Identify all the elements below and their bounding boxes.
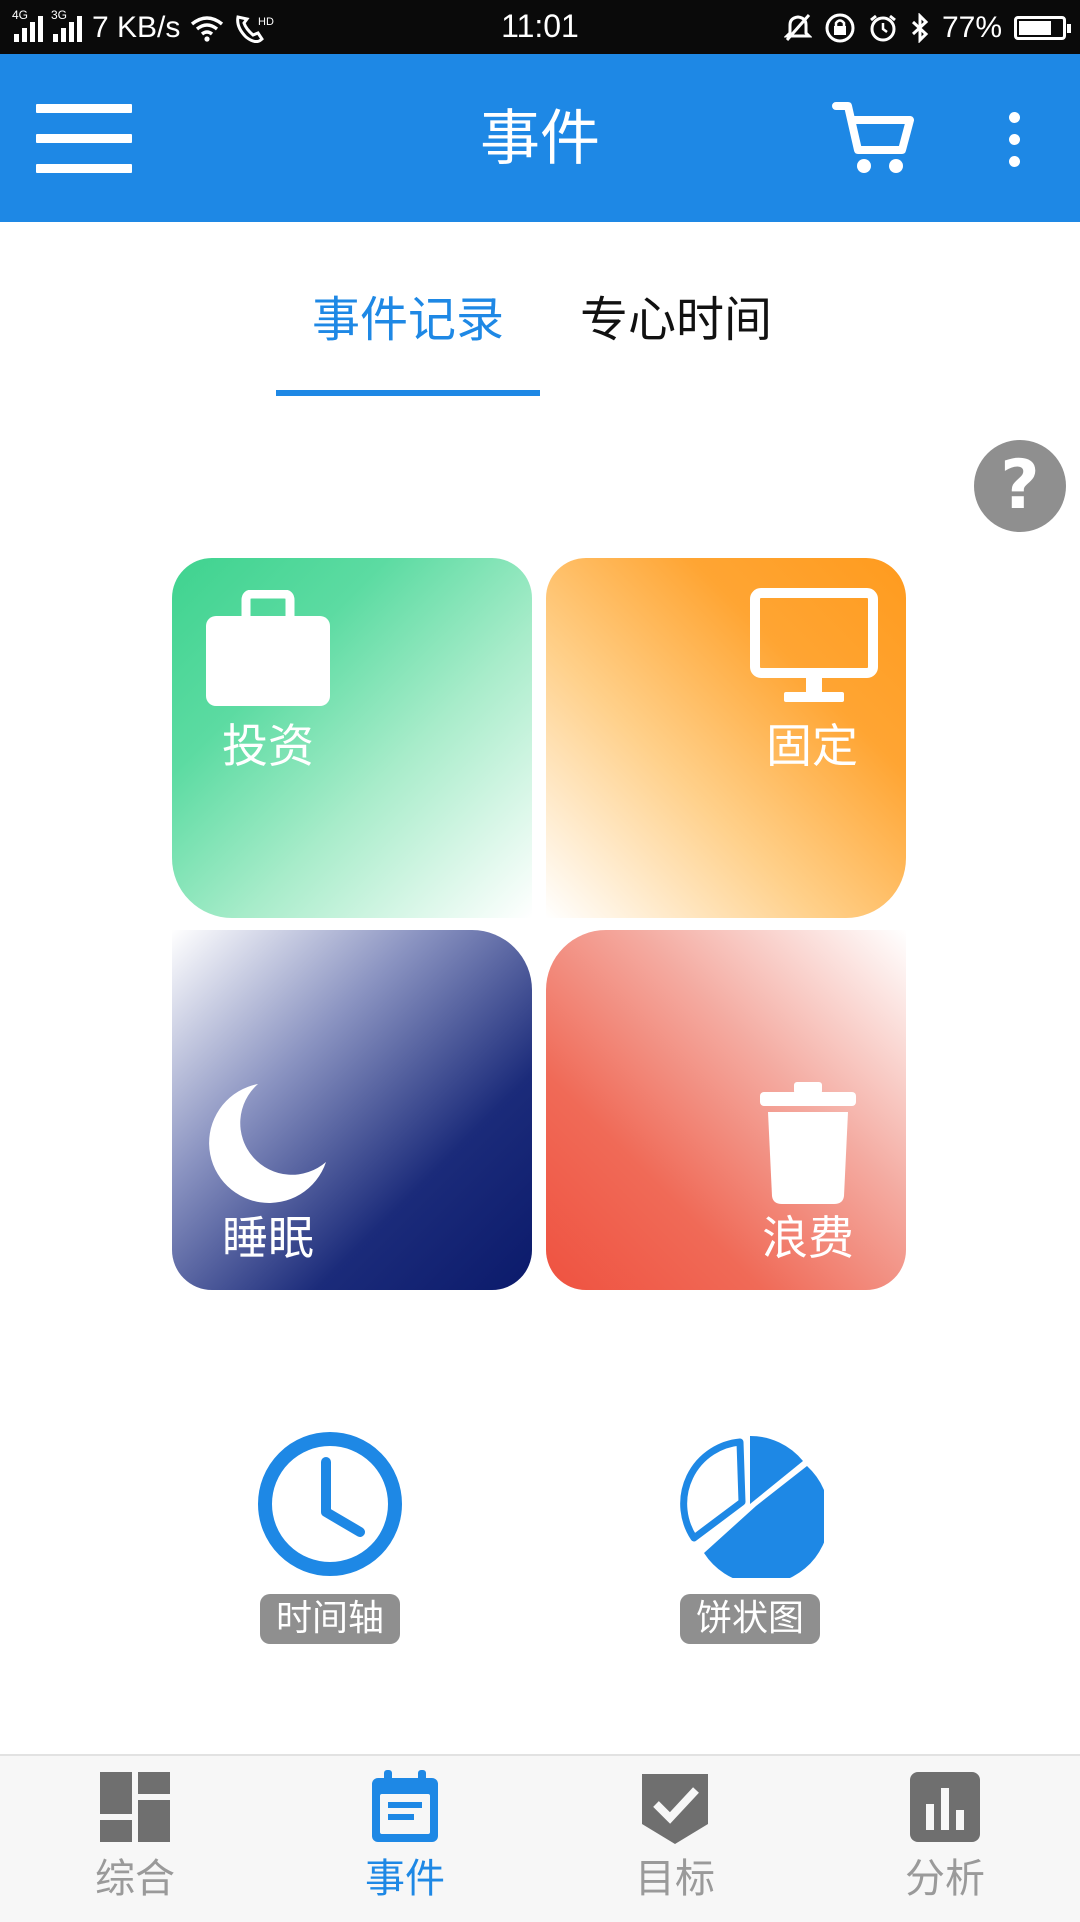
dashboard-icon: [100, 1772, 170, 1842]
category-label-waste: 浪费: [762, 1211, 854, 1265]
battery-level: [1019, 21, 1051, 35]
nav-label-goals: 目标: [635, 1856, 715, 1902]
bar-chart-icon: [910, 1772, 980, 1842]
battery-percent: 77%: [941, 11, 1002, 44]
nav-label-overview: 综合: [95, 1856, 175, 1902]
nav-item-goals[interactable]: 目标: [540, 1756, 810, 1922]
nav-label-events: 事件: [365, 1856, 445, 1902]
tab-focus-time[interactable]: 专心时间: [566, 290, 786, 350]
battery-icon: [1014, 16, 1071, 40]
goal-check-icon: [642, 1774, 708, 1844]
bottom-nav: 综合 事件 目标 分析: [0, 1754, 1080, 1922]
nav-item-analysis[interactable]: 分析: [810, 1756, 1080, 1922]
category-label-sleep: 睡眠: [222, 1211, 314, 1265]
mute-icon: [783, 14, 812, 41]
pie-chart-icon: [680, 1435, 830, 1585]
nav-label-analysis: 分析: [905, 1856, 985, 1902]
pie-chart-button[interactable]: 饼状图: [650, 1430, 850, 1644]
tab-bar: 事件记录 专心时间: [0, 222, 1080, 398]
lock-rotation-icon: [825, 13, 855, 43]
tab-event-record[interactable]: 事件记录: [276, 290, 540, 350]
help-button[interactable]: ?: [974, 440, 1066, 532]
category-label-fixed: 固定: [766, 719, 858, 773]
trash-icon: [760, 1082, 856, 1204]
nav-item-events[interactable]: 事件: [270, 1756, 540, 1922]
timeline-button[interactable]: 时间轴: [230, 1430, 430, 1644]
status-right: 77%: [783, 8, 1071, 48]
monitor-icon: [750, 588, 878, 702]
category-sleep[interactable]: 睡眠: [172, 930, 532, 1290]
nav-item-overview[interactable]: 综合: [0, 1756, 270, 1922]
bluetooth-icon: [911, 13, 929, 43]
timeline-label: 时间轴: [259, 1594, 400, 1644]
category-fixed[interactable]: 固定: [546, 558, 906, 918]
page-title: 事件: [480, 104, 600, 174]
clock-icon: [258, 1432, 402, 1576]
app-bar: 事件: [0, 54, 1080, 222]
category-label-invest: 投资: [222, 719, 314, 773]
status-bar: 4G 3G 7 KB/s HD 11:01 77%: [0, 0, 1080, 54]
moon-icon: [209, 1084, 326, 1203]
pie-chart-label: 饼状图: [679, 1594, 820, 1644]
cart-icon[interactable]: [832, 94, 918, 180]
more-vert-icon[interactable]: [996, 112, 1032, 174]
briefcase-icon: [206, 590, 330, 706]
category-waste[interactable]: 浪费: [546, 930, 906, 1290]
calendar-icon: [372, 1770, 438, 1842]
tab-indicator: [276, 390, 540, 396]
category-invest[interactable]: 投资: [172, 558, 532, 918]
alarm-icon: [870, 14, 896, 42]
